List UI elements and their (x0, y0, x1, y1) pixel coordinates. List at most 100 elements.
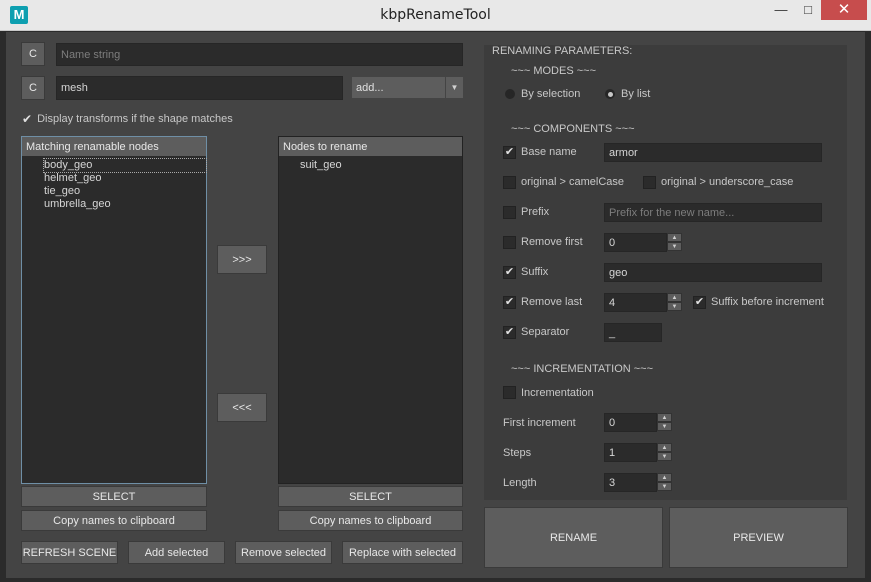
remove-first-checkbox[interactable] (503, 236, 516, 249)
remove-last-spinbox[interactable]: 4 (604, 293, 667, 312)
incrementation-checkbox[interactable] (503, 386, 516, 399)
select-rename-button[interactable]: SELECT (278, 486, 463, 507)
copy-matching-names-button[interactable]: Copy names to clipboard (21, 510, 207, 531)
steps-spinbox[interactable]: 1 (604, 443, 657, 462)
steps-value: 1 (609, 446, 616, 459)
list-item[interactable]: tie_geo (44, 185, 206, 198)
minimize-button[interactable]: — (768, 0, 794, 20)
remove-from-rename-button[interactable]: <<< (217, 393, 267, 422)
length-spinbox[interactable]: 3 (604, 473, 657, 492)
refresh-scene-button[interactable]: REFRESH SCENE (21, 541, 118, 564)
base-name-label: Base name (521, 146, 577, 158)
steps-label: Steps (503, 447, 532, 459)
first-increment-value: 0 (609, 416, 616, 429)
steps-increase-icon[interactable]: ▲ (657, 443, 672, 452)
mode-by-list-radio[interactable]: By list (605, 88, 650, 100)
length-decrease-icon[interactable]: ▼ (657, 482, 672, 491)
mode-by-selection-radio[interactable]: By selection (505, 88, 580, 100)
checkmark-icon: ✔ (504, 326, 515, 338)
radio-selected-icon (605, 89, 615, 99)
suffix-label: Suffix (521, 266, 549, 278)
matching-nodes-items: body_geo helmet_geo tie_geo umbrella_geo (22, 156, 207, 211)
add-dropdown-value: add... (356, 81, 384, 94)
filter-value: mesh (61, 82, 88, 94)
chevron-down-icon: ▼ (445, 77, 463, 98)
suffix-value: geo (609, 266, 628, 279)
suffix-before-increment-checkbox[interactable]: ✔ (693, 296, 706, 309)
first-increment-decrease-icon[interactable]: ▼ (657, 422, 672, 431)
first-increment-increase-icon[interactable]: ▲ (657, 413, 672, 422)
remove-last-increase-icon[interactable]: ▲ (667, 293, 682, 302)
remove-last-value: 4 (609, 296, 616, 309)
remove-first-label: Remove first (521, 236, 583, 248)
nodes-to-rename-items: suit_geo (279, 156, 462, 172)
length-value: 3 (609, 476, 616, 489)
camel-case-label: original > camelCase (521, 176, 625, 188)
display-transforms-label: Display transforms if the shape matches (37, 113, 233, 125)
filter-input[interactable]: mesh (56, 76, 343, 100)
underscore-case-checkbox[interactable] (643, 176, 656, 189)
add-selected-button[interactable]: Add selected (128, 541, 225, 564)
components-header: ~~~ COMPONENTS ~~~ (511, 123, 635, 135)
remove-last-label: Remove last (521, 296, 583, 308)
rename-button[interactable]: RENAME (484, 507, 663, 568)
matching-nodes-header: Matching renamable nodes (22, 137, 206, 156)
remove-last-checkbox[interactable]: ✔ (503, 296, 516, 309)
length-label: Length (503, 477, 537, 489)
preview-button[interactable]: PREVIEW (669, 507, 848, 568)
remove-first-increase-icon[interactable]: ▲ (667, 233, 682, 242)
close-button[interactable]: ✕ (821, 0, 867, 20)
list-item[interactable]: body_geo (43, 158, 207, 173)
separator-label: Separator (521, 326, 570, 338)
clear-name-string-button[interactable]: C (21, 42, 45, 66)
underscore-case-label: original > underscore_case (661, 176, 794, 188)
renaming-parameters-panel: RENAMING PARAMETERS: ~~~ MODES ~~~ By se… (484, 45, 847, 500)
steps-decrease-icon[interactable]: ▼ (657, 452, 672, 461)
separator-value: _ (609, 326, 616, 339)
modes-header: ~~~ MODES ~~~ (511, 65, 596, 77)
window-title: kbpRenameTool (380, 7, 491, 23)
params-title: RENAMING PARAMETERS: (492, 45, 633, 57)
replace-with-selected-button[interactable]: Replace with selected (342, 541, 463, 564)
copy-rename-names-button[interactable]: Copy names to clipboard (278, 510, 463, 531)
separator-input[interactable]: _ (604, 323, 662, 342)
tool-client-area: C Name string C mesh add... ▼ ✔ Display … (6, 32, 865, 578)
suffix-input[interactable]: geo (604, 263, 822, 282)
checkmark-icon: ✔ (504, 266, 515, 278)
prefix-checkbox[interactable] (503, 206, 516, 219)
first-increment-spinbox[interactable]: 0 (604, 413, 657, 432)
nodes-to-rename-header: Nodes to rename (279, 137, 462, 156)
prefix-placeholder: Prefix for the new name... (609, 206, 735, 219)
length-increase-icon[interactable]: ▲ (657, 473, 672, 482)
remove-first-spinbox[interactable]: 0 (604, 233, 667, 252)
base-name-input[interactable]: armor (604, 143, 822, 162)
list-item[interactable]: suit_geo (300, 159, 462, 172)
checkmark-icon: ✔ (504, 146, 515, 158)
remove-first-decrease-icon[interactable]: ▼ (667, 242, 682, 251)
suffix-checkbox[interactable]: ✔ (503, 266, 516, 279)
checkmark-icon: ✔ (694, 296, 705, 308)
checkmark-icon: ✔ (504, 296, 515, 308)
base-name-value: armor (609, 146, 638, 159)
remove-selected-button[interactable]: Remove selected (235, 541, 332, 564)
remove-first-value: 0 (609, 236, 616, 249)
base-name-checkbox[interactable]: ✔ (503, 146, 516, 159)
matching-nodes-list[interactable]: Matching renamable nodes body_geo helmet_… (21, 136, 207, 484)
remove-last-decrease-icon[interactable]: ▼ (667, 302, 682, 311)
list-item[interactable]: helmet_geo (44, 172, 206, 185)
nodes-to-rename-list[interactable]: Nodes to rename suit_geo (278, 136, 463, 484)
clear-filter-button[interactable]: C (21, 76, 45, 100)
display-transforms-option[interactable]: ✔ Display transforms if the shape matche… (22, 112, 233, 126)
maximize-button[interactable]: □ (795, 0, 821, 20)
name-string-input[interactable]: Name string (56, 43, 463, 66)
mode-by-list-label: By list (621, 88, 651, 100)
separator-checkbox[interactable]: ✔ (503, 326, 516, 339)
list-item[interactable]: umbrella_geo (44, 198, 206, 211)
select-matching-button[interactable]: SELECT (21, 486, 207, 507)
prefix-label: Prefix (521, 206, 550, 218)
add-dropdown[interactable]: add... ▼ (352, 77, 463, 98)
add-to-rename-button[interactable]: >>> (217, 245, 267, 274)
display-transforms-checkmark-icon: ✔ (22, 112, 33, 126)
camel-case-checkbox[interactable] (503, 176, 516, 189)
prefix-input[interactable]: Prefix for the new name... (604, 203, 822, 222)
